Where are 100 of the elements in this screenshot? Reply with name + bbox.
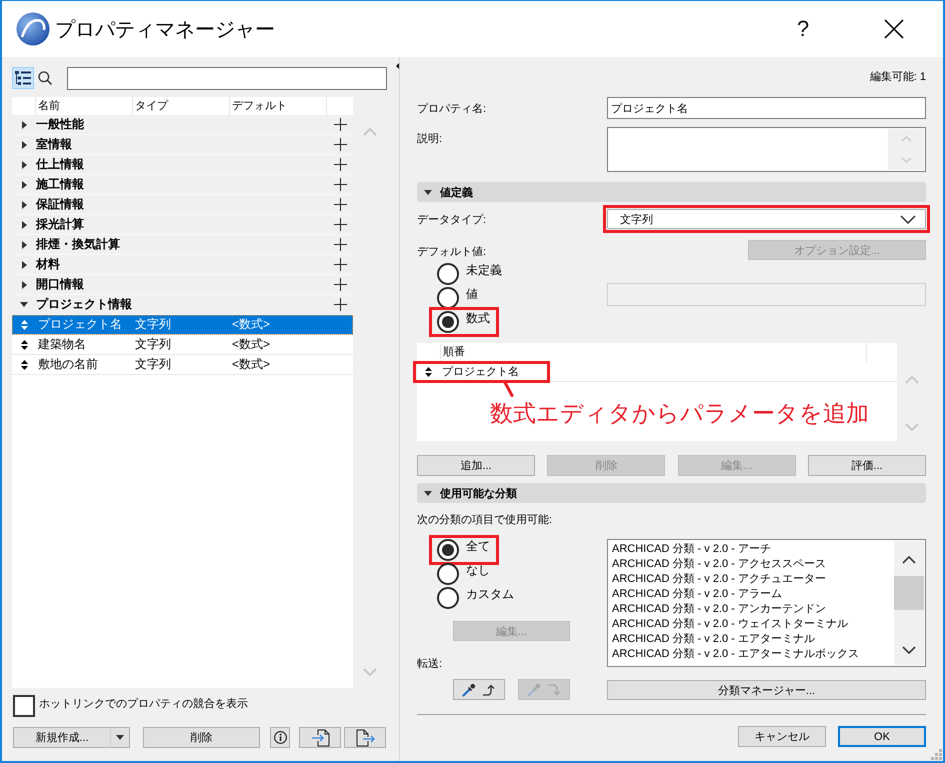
tree-group-row[interactable]: 材料 <box>12 255 353 275</box>
list-item[interactable]: ARCHICAD 分類 - v 2.0 - アーチ <box>612 542 893 557</box>
radio-button[interactable] <box>437 287 459 309</box>
plus-icon[interactable] <box>334 158 346 171</box>
search-icon[interactable] <box>38 71 52 85</box>
radio-label: 未定義 <box>466 263 502 277</box>
tree-group-row[interactable]: 一般性能 <box>12 115 353 135</box>
info-button[interactable] <box>270 727 290 748</box>
formula-button[interactable]: 追加... <box>417 455 535 476</box>
tree-group-row[interactable]: プロジェクト情報 <box>12 295 353 315</box>
list-item[interactable]: ARCHICAD 分類 - v 2.0 - アンカーテンドン <box>612 602 893 617</box>
table-cell-text: 文字列 <box>134 336 172 353</box>
section-header[interactable]: 使用可能な分類 <box>417 483 926 503</box>
resize-grip-icon[interactable] <box>931 749 942 760</box>
plus-icon[interactable] <box>334 198 346 211</box>
delete-button[interactable]: 削除 <box>143 727 260 748</box>
chevron-up-icon[interactable] <box>902 556 916 564</box>
property-name-field[interactable]: プロジェクト名 <box>607 97 926 119</box>
list-item[interactable]: ARCHICAD 分類 - v 2.0 - ウェイストターミナル <box>612 617 893 632</box>
chevron-down-icon[interactable] <box>902 646 916 654</box>
tree-row[interactable]: 敷地の名前 文字列 <数式> <box>12 355 353 375</box>
tree-group-row[interactable]: 保証情報 <box>12 195 353 215</box>
radio-button[interactable] <box>437 563 459 585</box>
field-label: デフォルト値: <box>417 245 486 259</box>
close-icon[interactable] <box>884 19 904 39</box>
list-item[interactable]: ARCHICAD 分類 - v 2.0 - エアターミナル <box>612 632 893 647</box>
document-arrow-out-icon <box>355 728 375 746</box>
help-button[interactable]: ? <box>788 16 818 42</box>
plus-icon[interactable] <box>334 138 346 151</box>
dropdown-button[interactable] <box>110 727 130 748</box>
chevron-down-icon[interactable] <box>900 214 916 224</box>
list-item[interactable]: ARCHICAD 分類 - v 2.0 - アラーム <box>612 587 893 602</box>
caret-down-icon[interactable] <box>20 302 28 307</box>
caret-left-icon[interactable] <box>396 63 399 69</box>
caret-down-icon[interactable] <box>424 490 432 496</box>
tree-group-row[interactable]: 採光計算 <box>12 215 353 235</box>
new-button[interactable]: 新規作成... <box>13 727 110 748</box>
search-field[interactable] <box>67 66 387 90</box>
export-button[interactable] <box>344 727 386 748</box>
tree-row[interactable]: 建築物名 文字列 <数式> <box>12 335 353 355</box>
list-item[interactable]: ARCHICAD 分類 - v 2.0 - アクセススペース <box>612 557 893 572</box>
plus-icon[interactable] <box>334 298 346 311</box>
dialog-button[interactable]: キャンセル <box>738 726 826 747</box>
field-label: データタイプ: <box>417 212 486 227</box>
tree-group-row[interactable]: 開口情報 <box>12 275 353 295</box>
caret-down-icon[interactable] <box>116 735 124 740</box>
tree-group-row[interactable]: 施工情報 <box>12 175 353 195</box>
dialog-button[interactable]: OK <box>838 726 926 747</box>
plus-icon[interactable] <box>334 258 346 271</box>
eyedropper-button[interactable] <box>453 679 505 700</box>
import-button[interactable] <box>299 727 341 748</box>
section-label: 次の分類の項目で使用可能: <box>417 513 552 527</box>
radio-button[interactable] <box>437 539 459 561</box>
up-down-arrows-icon[interactable] <box>20 360 28 370</box>
list-item[interactable]: プロジェクト名 <box>440 364 519 379</box>
plus-icon[interactable] <box>334 118 346 131</box>
up-down-arrows-icon[interactable] <box>20 340 28 350</box>
list-tree-icon <box>15 71 31 85</box>
field-label: プロパティ名: <box>417 102 486 116</box>
list-item[interactable]: ARCHICAD 分類 - v 2.0 - エアターミナルボックス <box>612 647 893 662</box>
scrollbar-thumb[interactable] <box>894 576 924 610</box>
caret-right-icon[interactable] <box>22 260 26 268</box>
eyedropper-icon <box>462 682 476 696</box>
section-header[interactable]: 値定義 <box>417 182 926 202</box>
classification-manager-button[interactable]: 分類マネージャー... <box>607 680 926 700</box>
radio-button[interactable] <box>437 587 459 609</box>
table-cell-text: 建築物名 <box>37 336 87 353</box>
caret-right-icon[interactable] <box>22 220 26 228</box>
table-cell-text: <数式> <box>231 316 272 333</box>
plus-icon[interactable] <box>334 238 346 251</box>
caret-right-icon[interactable] <box>22 200 26 208</box>
tree-group-row[interactable]: 排煙・換気計算 <box>12 235 353 255</box>
radio-button[interactable] <box>437 263 459 285</box>
list-item[interactable]: ARCHICAD 分類 - v 2.0 - アクチュエーター <box>612 572 893 587</box>
tree-row[interactable]: プロジェクト名 文字列 <数式> <box>12 315 353 335</box>
caret-right-icon[interactable] <box>22 160 26 168</box>
tree-group-row[interactable]: 室情報 <box>12 135 353 155</box>
caret-right-icon[interactable] <box>22 140 26 148</box>
caret-right-icon[interactable] <box>22 120 26 128</box>
table-cell-text: 敷地の名前 <box>37 356 99 373</box>
formula-button[interactable]: 評価... <box>808 455 926 476</box>
up-down-arrows-icon[interactable] <box>424 366 432 376</box>
caret-right-icon[interactable] <box>22 280 26 288</box>
radio-label: なし <box>466 563 490 577</box>
caret-right-icon[interactable] <box>22 240 26 248</box>
radio-label: カスタム <box>466 587 514 601</box>
scrollbar-track[interactable] <box>894 541 924 665</box>
radio-button[interactable] <box>437 311 459 333</box>
app-logo-icon <box>16 12 50 46</box>
view-toggle-button[interactable] <box>12 67 34 89</box>
column-header[interactable]: 順番 <box>441 343 867 362</box>
plus-icon[interactable] <box>334 218 346 231</box>
caret-down-icon[interactable] <box>424 190 432 194</box>
data-type-dropdown[interactable]: 文字列 <box>607 209 926 229</box>
caret-right-icon[interactable] <box>22 180 26 188</box>
editable-count: 編集可能: 1 <box>870 70 926 85</box>
tree-group-row[interactable]: 仕上情報 <box>12 155 353 175</box>
plus-icon[interactable] <box>334 178 346 191</box>
plus-icon[interactable] <box>334 278 346 291</box>
checkbox[interactable] <box>13 695 35 717</box>
